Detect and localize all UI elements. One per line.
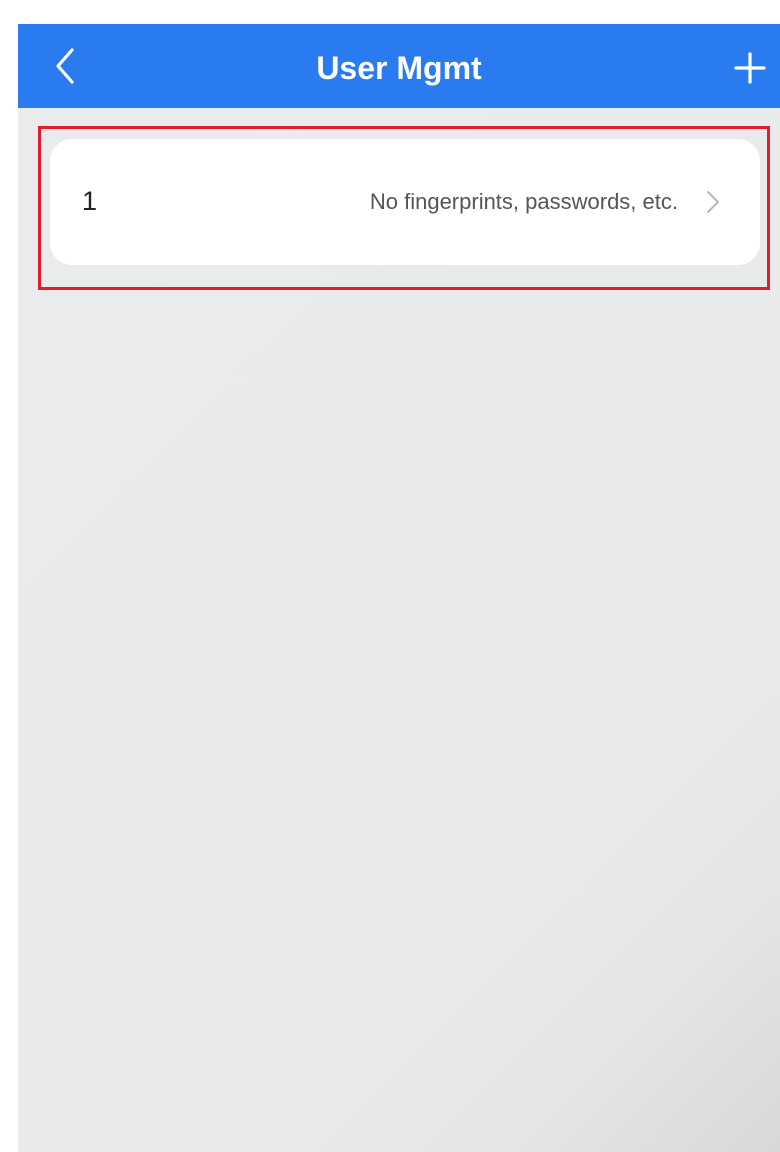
top-app-bar: User Mgmt [18, 24, 780, 108]
add-user-button[interactable] [722, 44, 778, 92]
page-title: User Mgmt [316, 50, 482, 86]
chevron-right-icon [707, 191, 719, 213]
app-screen: User Mgmt 1 No fingerprints, passwords, … [18, 24, 780, 1152]
user-list-item[interactable]: 1 No fingerprints, passwords, etc. [50, 139, 760, 265]
user-credential-status: No fingerprints, passwords, etc. [369, 189, 678, 214]
chevron-left-icon [56, 48, 74, 84]
user-name: 1 [82, 186, 98, 216]
plus-icon [734, 52, 766, 84]
back-button[interactable] [40, 38, 96, 94]
